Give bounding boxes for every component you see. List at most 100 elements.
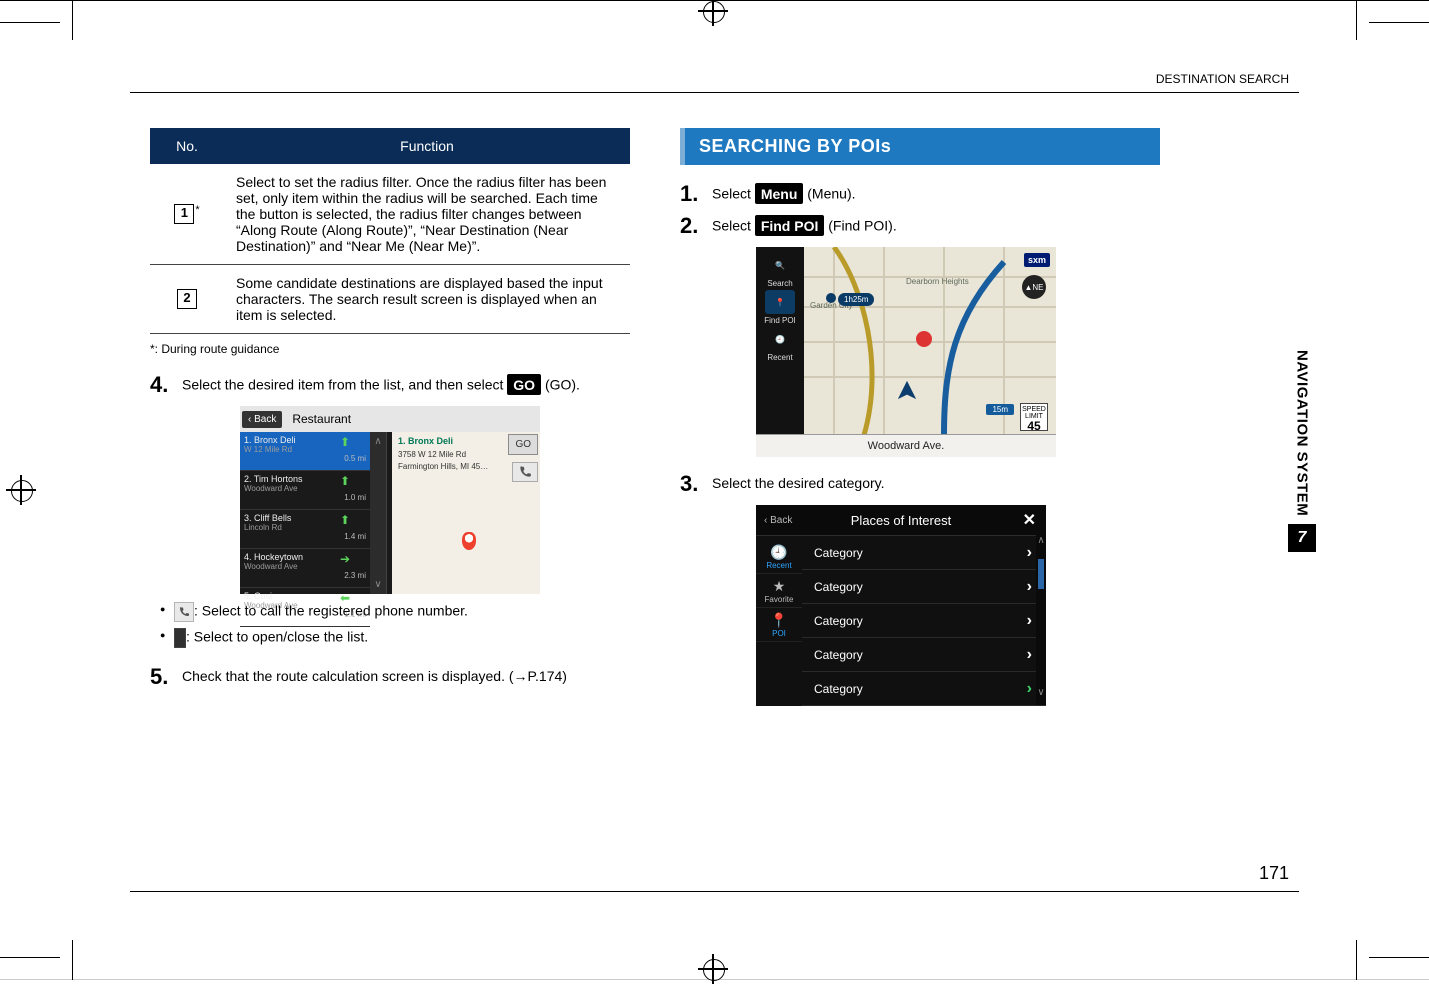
row-number: 1	[174, 204, 194, 224]
tab-favorite[interactable]: ★Favorite	[756, 574, 802, 608]
scrollbar[interactable]: ∧ ∨	[1036, 535, 1046, 705]
item-dist: 2.3 mi	[344, 571, 366, 580]
step-number: 4.	[150, 374, 172, 396]
scroll-area[interactable]: ∧ ∨	[370, 432, 386, 594]
sidebar-item-label: Find POI	[764, 316, 796, 325]
scroll-track[interactable]	[1036, 553, 1046, 687]
item-name: 2. Tim Hortons	[244, 474, 303, 484]
item-name: 1. Bronx Deli	[244, 435, 296, 445]
step-text-post: (Find POI).	[828, 218, 896, 234]
list-item[interactable]: Category	[802, 570, 1046, 604]
current-road: Woodward Ave.	[756, 434, 1056, 457]
scroll-down-icon[interactable]: ∨	[1036, 687, 1046, 705]
footnote: *: During route guidance	[150, 342, 630, 356]
speed-limit-sign: SPEED LIMIT 45	[1020, 403, 1048, 431]
back-label: Back	[254, 414, 276, 425]
back-label: Back	[770, 515, 792, 526]
selected-title: 1. Bronx Deli	[398, 436, 453, 446]
mini-map[interactable]: 1. Bronx Deli 3758 W 12 Mile Rd Farmingt…	[392, 432, 540, 594]
step-text: Select Menu (Menu).	[712, 183, 856, 205]
list-item[interactable]: 2. Tim Hortons⬆ Woodward Ave1.0 mi	[240, 471, 370, 510]
chapter-badge: 7	[1288, 524, 1316, 552]
page-number: 171	[1259, 863, 1289, 884]
distance-tag: 15m	[986, 404, 1014, 415]
screen-title: Places of Interest	[851, 513, 951, 528]
step-text: Select Find POI (Find POI).	[712, 215, 897, 237]
row-text: Some candidate destinations are displaye…	[224, 265, 630, 334]
go-button[interactable]: GO	[507, 374, 541, 395]
table-row: 2 Some candidate destinations are displa…	[150, 265, 630, 334]
col-func: Function	[224, 128, 630, 164]
search-icon[interactable]: 🔍	[765, 253, 795, 277]
speed-label: SPEED LIMIT	[1021, 406, 1047, 420]
sxm-badge: sxm	[1024, 253, 1050, 267]
running-head: DESTINATION SEARCH	[1156, 72, 1289, 86]
row-number: 2	[177, 289, 197, 309]
step-number: 2.	[680, 215, 702, 237]
step-text-pre: Select	[712, 186, 755, 202]
tab-recent[interactable]: 🕘Recent	[756, 540, 802, 574]
back-button[interactable]: ‹ Back	[764, 515, 792, 526]
back-button[interactable]: ‹ Back	[242, 411, 282, 428]
header-rule	[130, 92, 1299, 93]
poi-pin-icon[interactable]: 📍	[765, 290, 795, 314]
list-item[interactable]: Category	[802, 604, 1046, 638]
compass-icon[interactable]: ▲NE	[1022, 275, 1046, 299]
recent-icon[interactable]: 🕘	[765, 327, 795, 351]
list-item[interactable]: Category	[802, 672, 1046, 706]
menu-button[interactable]: Menu	[755, 183, 804, 204]
legend-text: : Select to call the registered phone nu…	[194, 603, 468, 619]
map-sidebar: 🔍 Search 📍 Find POI 🕘 Recent Menu	[756, 247, 804, 457]
list-item[interactable]: 3. Cliff Bells⬆ Lincoln Rd1.4 mi	[240, 510, 370, 549]
list-item[interactable]: 4. Hockeytown➔ Woodward Ave2.3 mi	[240, 549, 370, 588]
vehicle-icon	[896, 378, 918, 407]
phone-icon	[174, 602, 194, 622]
step-text-post: (Menu).	[807, 186, 855, 202]
call-button[interactable]	[512, 462, 538, 482]
list-item[interactable]: 1. Bronx Deli⬆ W 12 Mile Rd0.5 mi	[240, 432, 370, 471]
restaurant-results-mock: ‹ Back Restaurant 1. Bronx Deli⬆ W 12 Mi…	[240, 406, 540, 594]
scroll-up-icon[interactable]: ∧	[1036, 535, 1046, 553]
tab-poi[interactable]: 📍POI	[756, 608, 802, 642]
section-side-title: NAVIGATION SYSTEM	[1294, 350, 1311, 516]
map-mock: Garden City Dearborn Heights sxm ▲NE 1h2…	[756, 247, 1056, 457]
item-dist: 0.5 mi	[344, 454, 366, 463]
step-text: Check that the route calculation screen …	[182, 666, 567, 688]
tab-label: Recent	[766, 561, 791, 570]
category-list-mock: ‹ Back Places of Interest ✕ 🕘Recent ★Fav…	[756, 505, 1046, 705]
step-number: 5.	[150, 666, 172, 688]
legend-text: : Select to open/close the list.	[186, 629, 368, 645]
function-table: No. Function 1* Select to set the radius…	[150, 128, 630, 334]
table-row: 1* Select to set the radius filter. Once…	[150, 164, 630, 265]
asterisk: *	[195, 204, 199, 216]
step-text-pre: Select	[712, 218, 755, 234]
step-text-post: (GO).	[545, 377, 580, 393]
selected-addr2: Farmington Hills, MI 45…	[398, 462, 488, 471]
speed-value: 45	[1021, 420, 1047, 432]
drag-handle-icon	[174, 628, 186, 648]
step-text-pre: Select the desired item from the list, a…	[182, 377, 507, 393]
item-name: 5. Cosi	[244, 591, 272, 601]
item-name: 3. Cliff Bells	[244, 513, 291, 523]
sidebar-item-label: Recent	[767, 353, 792, 362]
find-poi-button[interactable]: Find POI	[755, 215, 825, 236]
footer-rule	[130, 891, 1299, 892]
tab-label: Favorite	[765, 595, 794, 604]
list-item[interactable]: Category	[802, 638, 1046, 672]
icon-legend: : Select to call the registered phone nu…	[160, 602, 630, 648]
map-pin-icon	[462, 532, 476, 550]
row-text: Select to set the radius filter. Once th…	[224, 164, 630, 265]
step-text: Select the desired category.	[712, 473, 885, 495]
step-number: 3.	[680, 473, 702, 495]
step-text: Select the desired item from the list, a…	[182, 374, 580, 396]
col-no: No.	[150, 128, 224, 164]
item-name: 4. Hockeytown	[244, 552, 303, 562]
map-label: Dearborn Heights	[906, 277, 969, 286]
go-button[interactable]: GO	[508, 434, 538, 455]
item-dist: 1.0 mi	[344, 493, 366, 502]
selected-addr1: 3758 W 12 Mile Rd	[398, 450, 466, 459]
close-icon[interactable]: ✕	[1023, 510, 1036, 530]
screen-title: Restaurant	[292, 412, 351, 426]
list-item[interactable]: Category	[802, 536, 1046, 570]
item-dist: 1.4 mi	[344, 532, 366, 541]
